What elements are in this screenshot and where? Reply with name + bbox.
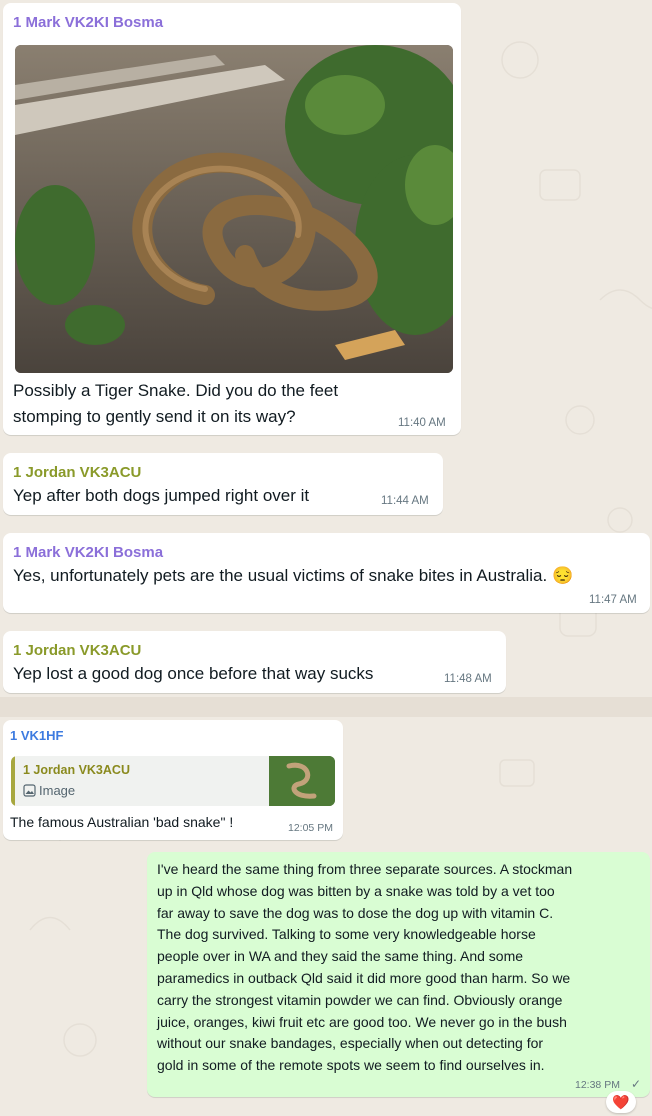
message-time: 11:44 AM (381, 495, 429, 507)
message-bubble-3[interactable]: 1 Mark VK2KI Bosma Yes, unfortunately pe… (3, 533, 650, 613)
image-icon (23, 784, 36, 797)
message-time: 12:05 PM (288, 822, 333, 834)
quoted-thumbnail (269, 756, 335, 806)
message-text: Yep after both dogs jumped right over it (13, 486, 310, 505)
quote-accent-bar (11, 756, 15, 806)
message-sender[interactable]: 1 Jordan VK3ACU (13, 642, 141, 659)
snake-image (15, 45, 453, 373)
message-bubble-outgoing[interactable]: I've heard the same thing from three sep… (147, 852, 650, 1097)
message-text-line: people over in WA and they said the same… (157, 948, 524, 965)
message-text-line: carry the strongest vitamin powder we ca… (157, 991, 563, 1008)
message-time: 11:40 AM (398, 417, 446, 429)
message-text: Yes, unfortunately pets are the usual vi… (13, 566, 574, 585)
message-text-block: I've heard the same thing from three sep… (157, 859, 572, 1077)
message-time: 11:48 AM (444, 673, 492, 685)
chat-separator (0, 697, 652, 717)
message-text-line: without our snake bandages, especially w… (157, 1035, 544, 1052)
single-check-icon: ✓ (631, 1077, 642, 1091)
message-text: The famous Australian 'bad snake" ! (10, 814, 234, 830)
heart-emoji: ❤️ (612, 1094, 630, 1110)
quoted-reply[interactable]: 1 Jordan VK3ACU Image (11, 756, 335, 806)
message-bubble-4[interactable]: 1 Jordan VK3ACU Yep lost a good dog once… (3, 631, 506, 693)
message-text-line: far away to save the dog was to dose the… (157, 904, 554, 921)
message-sender[interactable]: 1 Jordan VK3ACU (13, 464, 141, 481)
message-bubble-1[interactable]: 1 Mark VK2KI Bosma Possibly a Tiger Snak… (3, 3, 461, 435)
message-sender[interactable]: 1 VK1HF (10, 728, 63, 743)
message-text-line: gold in some of the remote spots we seem… (157, 1057, 545, 1074)
message-bubble-2[interactable]: 1 Jordan VK3ACU Yep after both dogs jump… (3, 453, 443, 515)
message-time: 11:47 AM (589, 594, 637, 606)
quoted-sender: 1 Jordan VK3ACU (23, 763, 130, 777)
message-text-line: I've heard the same thing from three sep… (157, 861, 573, 877)
message-text-line: The dog survived. Talking to some very k… (157, 926, 536, 943)
message-time: 12:38 PM (575, 1079, 620, 1091)
message-text-line: Possibly a Tiger Snake. Did you do the f… (13, 381, 339, 400)
message-text-line: up in Qld whose dog was bitten by a snak… (157, 882, 555, 899)
message-sender[interactable]: 1 Mark VK2KI Bosma (13, 14, 163, 31)
message-sender[interactable]: 1 Mark VK2KI Bosma (13, 544, 163, 561)
heart-reaction[interactable]: ❤️ (606, 1091, 636, 1113)
message-bubble-5[interactable]: 1 VK1HF 1 Jordan VK3ACU Image The famous… (3, 720, 343, 840)
snake-photo[interactable] (15, 45, 453, 373)
quoted-type: Image (39, 783, 76, 798)
message-text-line: stomping to gently send it on its way? (13, 407, 296, 426)
message-text: Yep lost a good dog once before that way… (13, 664, 374, 683)
message-text-line: paramedics in outback Qld said it did mo… (157, 969, 571, 986)
message-text-line: juice, oranges, kiwi fruit etc are good … (157, 1013, 567, 1030)
